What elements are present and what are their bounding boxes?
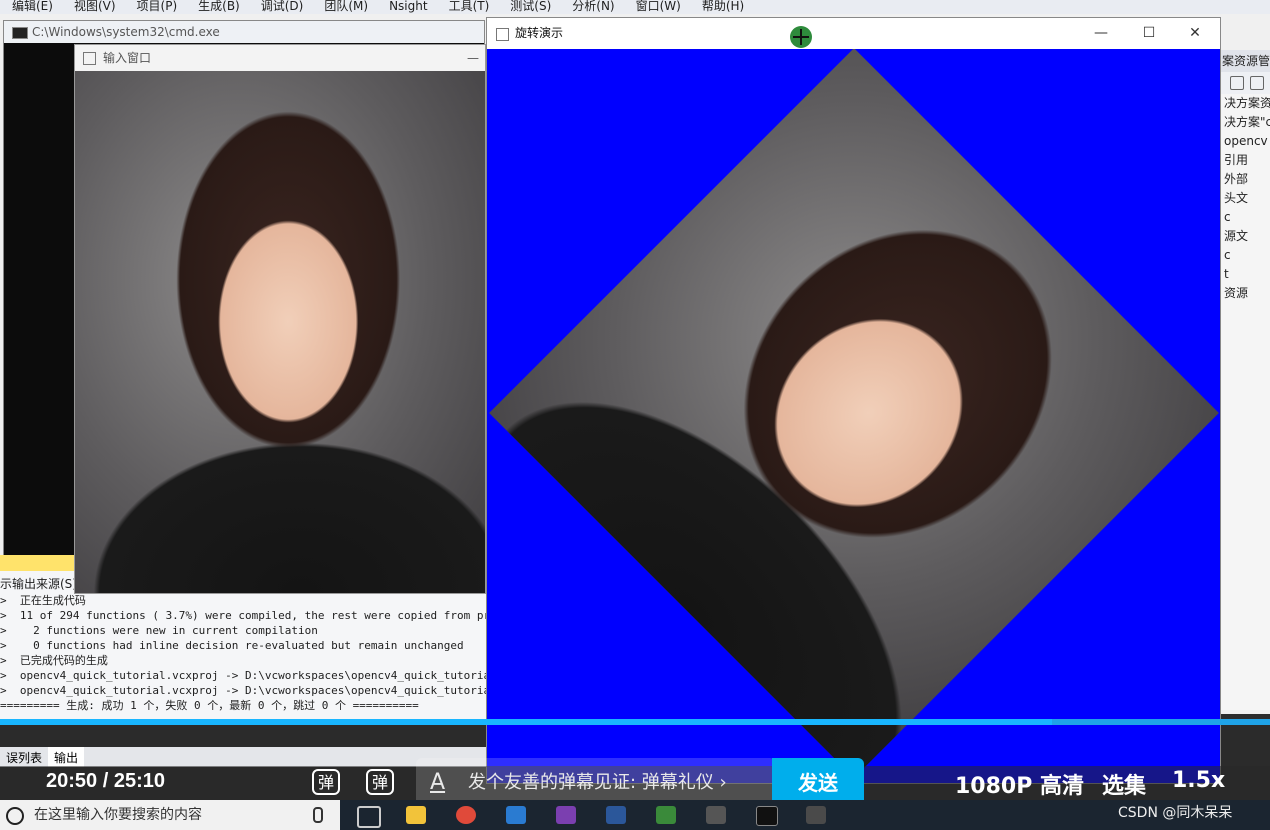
input-window-title: 输入窗口 <box>103 51 152 65</box>
output-line: > opencv4_quick_tutorial.vcxproj -> D:\v… <box>0 684 486 697</box>
output-lines: > 正在生成代码 > 11 of 294 functions ( 3.7%) we… <box>0 593 486 713</box>
app-icon[interactable] <box>706 806 726 824</box>
microphone-icon[interactable] <box>313 807 323 823</box>
cmd-titlebar[interactable]: C:\Windows\system32\cmd.exe <box>4 21 484 43</box>
notepad-icon[interactable] <box>656 806 676 824</box>
file-explorer-icon[interactable] <box>406 806 426 824</box>
menu-item[interactable]: Nsight <box>377 0 437 14</box>
menu-item[interactable]: 帮助(H) <box>690 0 753 14</box>
window-icon <box>496 28 509 41</box>
minimize-button[interactable]: — <box>1078 18 1124 49</box>
menu-item[interactable]: 调试(D) <box>249 0 313 14</box>
video-progress-fill <box>0 719 1052 725</box>
rotate-window-titlebar[interactable]: 旋转演示 — ☐ ✕ <box>487 18 1220 49</box>
solution-tree-item[interactable]: 头文 <box>1220 189 1270 208</box>
cmd-title: C:\Windows\system32\cmd.exe <box>32 25 220 39</box>
taskbar-search-placeholder: 在这里输入你要搜索的内容 <box>34 807 202 823</box>
menu-item[interactable]: 编辑(E) <box>0 0 62 14</box>
menu-item[interactable]: 窗口(W) <box>624 0 690 14</box>
menu-item[interactable]: 项目(P) <box>125 0 187 14</box>
solution-tree-item[interactable]: 决方案资 <box>1220 94 1270 113</box>
solution-explorer-toolbar <box>1220 72 1270 94</box>
minimize-button[interactable]: — <box>467 45 479 71</box>
window-taskbar-icon[interactable] <box>806 806 826 824</box>
move-cursor-icon <box>790 26 812 48</box>
close-button[interactable]: ✕ <box>1172 18 1218 49</box>
menu-item[interactable]: 视图(V) <box>62 0 125 14</box>
chrome-icon[interactable] <box>456 806 476 824</box>
solution-tree-item[interactable]: c <box>1220 208 1270 227</box>
output-highlight <box>0 555 74 571</box>
danmu-placeholder: 发个友善的弹幕见证: 弹幕礼仪 › <box>468 772 727 793</box>
solution-tree-item[interactable]: 源文 <box>1220 227 1270 246</box>
rotated-canvas <box>487 49 1220 783</box>
taskbar-search[interactable]: 在这里输入你要搜索的内容 <box>0 800 340 830</box>
home-icon[interactable] <box>1230 76 1244 90</box>
rotated-image <box>489 49 1219 778</box>
output-source-label[interactable]: 示输出来源(S) <box>0 575 77 592</box>
tab-output[interactable]: 输出 <box>48 747 85 767</box>
bottom-tabs: 误列表 输出 <box>0 747 486 767</box>
vs-menubar: 编辑(E) 视图(V) 项目(P) 生成(B) 调试(D) 团队(M) Nsight 工具(T… <box>0 0 1270 14</box>
quality-button[interactable]: 1080P 高清 <box>955 768 1084 800</box>
tab-error-list[interactable]: 误列表 <box>0 747 48 767</box>
menu-item[interactable]: 生成(B) <box>186 0 249 14</box>
rotate-window-title: 旋转演示 <box>515 26 564 40</box>
watermark: CSDN @同木呆呆 <box>1118 805 1233 821</box>
cortana-icon[interactable] <box>6 807 24 825</box>
solution-tree-item[interactable]: 决方案"c <box>1220 113 1270 132</box>
output-line: > 0 functions had inline decision re-eva… <box>0 639 464 652</box>
solution-tree-item[interactable]: c <box>1220 246 1270 265</box>
output-line: ========= 生成: 成功 1 个，失败 0 个，最新 0 个，跳过 0 … <box>0 699 419 712</box>
solution-tree-item[interactable]: t <box>1220 265 1270 284</box>
menu-item[interactable]: 测试(S) <box>498 0 560 14</box>
taskbar: 在这里输入你要搜索的内容 <box>0 800 1270 830</box>
solution-tree-item[interactable]: 引用 <box>1220 151 1270 170</box>
menu-item[interactable]: 分析(N) <box>560 0 623 14</box>
console-taskbar-icon[interactable] <box>756 806 778 826</box>
maximize-button[interactable]: ☐ <box>1126 18 1172 49</box>
rotate-window[interactable]: 旋转演示 — ☐ ✕ <box>486 17 1221 784</box>
output-line: > 2 functions were new in current compil… <box>0 624 318 637</box>
menu-item[interactable]: 团队(M) <box>312 0 377 14</box>
settings-icon[interactable] <box>1250 76 1264 90</box>
word-icon[interactable] <box>606 806 626 824</box>
solution-tree-item[interactable]: 外部 <box>1220 170 1270 189</box>
task-view-icon[interactable] <box>357 806 381 828</box>
console-icon <box>12 27 28 39</box>
playback-time: 20:50 / 25:10 <box>46 770 165 792</box>
output-line: > 已完成代码的生成 <box>0 654 108 667</box>
video-progress-bar[interactable] <box>0 719 1270 725</box>
calendar-icon[interactable] <box>506 806 526 824</box>
menu-item[interactable]: 工具(T) <box>437 0 499 14</box>
solution-tree-item[interactable]: 资源 <box>1220 284 1270 303</box>
input-window-titlebar[interactable]: 输入窗口 — <box>75 45 485 71</box>
solution-explorer: 案资源管 决方案资 决方案"c opencv 引用 外部 头文 c 源文 c t 资源 <box>1219 50 1270 710</box>
player-controls: 20:50 / 25:10 弹 弹 A 发个友善的弹幕见证: 弹幕礼仪 › 发送… <box>0 758 1270 808</box>
output-line: > 11 of 294 functions ( 3.7%) were compi… <box>0 609 486 622</box>
input-image <box>75 71 485 593</box>
input-window[interactable]: 输入窗口 — <box>74 44 486 594</box>
window-icon <box>83 52 96 65</box>
visual-studio-icon[interactable] <box>556 806 576 824</box>
danmu-toggle-icon[interactable]: 弹 <box>312 769 340 795</box>
output-line: > opencv4_quick_tutorial.vcxproj -> D:\v… <box>0 669 486 682</box>
episodes-button[interactable]: 选集 <box>1102 768 1146 800</box>
output-line: > 正在生成代码 <box>0 594 86 607</box>
solution-tree-item[interactable]: opencv <box>1220 132 1270 151</box>
speed-button[interactable]: 1.5x <box>1172 768 1225 793</box>
danmu-settings-icon[interactable]: 弹 <box>366 769 394 795</box>
solution-explorer-header: 案资源管 <box>1220 50 1270 72</box>
